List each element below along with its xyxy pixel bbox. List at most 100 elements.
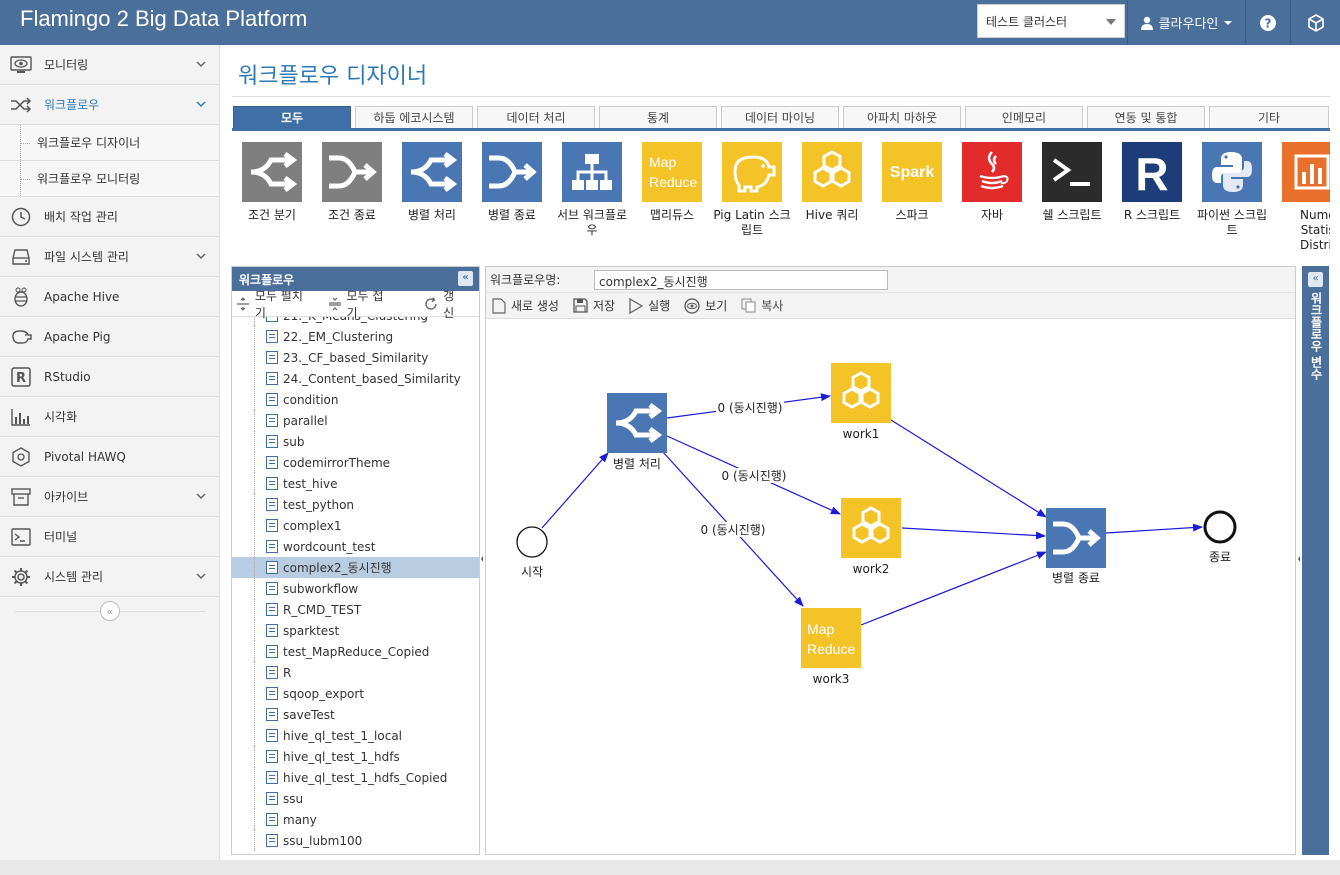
edge-work1-parallelend[interactable]	[890, 419, 1047, 518]
cluster-select[interactable]: 테스트 클러스터	[977, 4, 1125, 38]
palette-item-pig[interactable]: Pig Latin 스크립트	[712, 142, 792, 238]
node-work1[interactable]: work1	[831, 363, 891, 441]
tree-item[interactable]: R_CMD_TEST	[232, 599, 479, 620]
expand-all-button[interactable]: 모두 펼치기	[236, 287, 314, 321]
tree-guide-line	[254, 494, 255, 515]
edge-start-parallel[interactable]	[541, 452, 609, 529]
tree-item[interactable]: wordcount_test	[232, 536, 479, 557]
node-work2[interactable]: work2	[841, 498, 901, 576]
palette-item-parallel-end[interactable]: 병렬 종료	[472, 142, 552, 223]
tree-guide-line	[254, 515, 255, 536]
view-button[interactable]: 보기	[684, 297, 727, 314]
workflow-name-input[interactable]: complex2_동시진행	[594, 270, 888, 290]
palette-item-java[interactable]: 자바	[952, 142, 1032, 223]
workflow-file-icon	[266, 372, 278, 385]
collapse-all-button[interactable]: 모두 접기	[328, 287, 395, 321]
sidebar-item-archive[interactable]: 아카이브	[0, 477, 219, 517]
node-end[interactable]: 종료	[1203, 510, 1237, 564]
edge-work2-parallelend[interactable]	[901, 527, 1046, 540]
palette-item-spark[interactable]: Spark 스파크	[872, 142, 952, 223]
help-button[interactable]: ?	[1245, 0, 1290, 45]
tab-mahout[interactable]: 아파치 마하웃	[843, 106, 961, 130]
tab-etc[interactable]: 기타	[1209, 106, 1329, 130]
tree-item[interactable]: sub	[232, 431, 479, 452]
sidebar-item-workflow[interactable]: 워크플로우	[0, 85, 219, 125]
tab-data-mining[interactable]: 데이터 마이닝	[721, 106, 839, 130]
sidebar-subitem-workflow-designer[interactable]: 워크플로우 디자이너	[0, 125, 219, 161]
tree-item[interactable]: many	[232, 809, 479, 830]
tab-integration[interactable]: 연동 및 통합	[1087, 106, 1205, 130]
tab-data-processing[interactable]: 데이터 처리	[477, 106, 595, 130]
splitter-handle[interactable]	[1297, 552, 1301, 566]
tree-item[interactable]: hive_ql_test_1_local	[232, 725, 479, 746]
run-button[interactable]: 실행	[629, 297, 670, 314]
tab-in-memory[interactable]: 인메모리	[965, 106, 1083, 130]
node-parallel[interactable]: 병렬 처리	[607, 393, 667, 471]
tree-item[interactable]: 21._K_Means_Clustering	[232, 317, 479, 326]
tree-item[interactable]: ssu	[232, 788, 479, 809]
tab-all[interactable]: 모두	[233, 106, 351, 130]
package-button[interactable]	[1290, 0, 1340, 45]
variables-rail[interactable]: « 워크플로우 변수	[1302, 266, 1329, 855]
tree-item[interactable]: 24._Content_based_Similarity	[232, 368, 479, 389]
workflow-canvas[interactable]: 0 (동시진행) 0 (동시진행) 0 (동시진행) 시작 병렬 처리 work…	[486, 319, 1295, 854]
copy-button[interactable]: 복사	[741, 297, 783, 314]
sidebar-item-system[interactable]: 시스템 관리	[0, 557, 219, 597]
new-button[interactable]: 새로 생성	[492, 297, 559, 314]
tree-item[interactable]: codemirrorTheme	[232, 452, 479, 473]
tree-item[interactable]: test_MapReduce_Copied	[232, 641, 479, 662]
palette-item-sub-workflow[interactable]: 서브 워크플로우	[552, 142, 632, 238]
edge-parallelend-end[interactable]	[1105, 523, 1203, 534]
panel-collapse-button[interactable]: «	[458, 271, 473, 286]
refresh-button[interactable]: 갱신	[424, 287, 465, 321]
sidebar-item-filesystem[interactable]: 파일 시스템 관리	[0, 237, 219, 277]
sidebar-item-visualization[interactable]: 시각화	[0, 397, 219, 437]
user-menu[interactable]: 클라우다인	[1127, 0, 1245, 45]
sidebar-item-hawq[interactable]: Pivotal HAWQ	[0, 437, 219, 477]
sidebar-item-rstudio[interactable]: R RStudio	[0, 357, 219, 397]
palette-item-hive[interactable]: Hive 쿼리	[792, 142, 872, 223]
node-work3[interactable]: Map Reduce work3	[801, 608, 861, 686]
palette-item-parallel[interactable]: 병렬 처리	[392, 142, 472, 223]
tree-item[interactable]: test_python	[232, 494, 479, 515]
node-start[interactable]: 시작	[516, 526, 548, 579]
rail-expand-button[interactable]: «	[1308, 272, 1323, 287]
tree-item[interactable]: sparktest	[232, 620, 479, 641]
tree-item[interactable]: complex1	[232, 515, 479, 536]
palette-item-shell[interactable]: 쉘 스크립트	[1032, 142, 1112, 223]
tree-item[interactable]: 22._EM_Clustering	[232, 326, 479, 347]
sidebar-item-monitoring[interactable]: 모니터링	[0, 45, 219, 85]
splitter-handle[interactable]	[480, 552, 484, 566]
palette-item-numeric-statistic[interactable]: Numeric Statistic Distributi	[1272, 142, 1330, 253]
palette-item-r[interactable]: R R 스크립트	[1112, 142, 1192, 223]
sidebar-item-pig[interactable]: Apache Pig	[0, 317, 219, 357]
workflow-file-icon	[266, 792, 278, 805]
tree-item[interactable]: complex2_동시진행	[232, 557, 479, 578]
tab-statistics[interactable]: 통계	[599, 106, 717, 130]
workflow-file-icon	[266, 813, 278, 826]
sidebar-collapse-button[interactable]: «	[100, 601, 120, 621]
tree-item[interactable]: 23._CF_based_Similarity	[232, 347, 479, 368]
palette-item-condition-end[interactable]: 조건 종료	[312, 142, 392, 223]
tree-item[interactable]: hive_ql_test_1_hdfs_Copied	[232, 767, 479, 788]
sidebar-subitem-workflow-monitoring[interactable]: 워크플로우 모니터링	[0, 161, 219, 197]
sidebar-item-batch[interactable]: 배치 작업 관리	[0, 197, 219, 237]
tree-item[interactable]: saveTest	[232, 704, 479, 725]
palette-item-condition-branch[interactable]: 조건 분기	[232, 142, 312, 223]
tree-item[interactable]: sqoop_export	[232, 683, 479, 704]
tree-item[interactable]: R	[232, 662, 479, 683]
svg-text:?: ?	[1265, 16, 1272, 30]
palette-item-python[interactable]: 파이썬 스크립트	[1192, 142, 1272, 238]
tree-item[interactable]: condition	[232, 389, 479, 410]
palette-item-mapreduce[interactable]: Map Reduce 맵리듀스	[632, 142, 712, 223]
save-button[interactable]: 저장	[573, 297, 615, 314]
tree-item[interactable]: test_hive	[232, 473, 479, 494]
tree-item[interactable]: parallel	[232, 410, 479, 431]
sidebar-item-hive[interactable]: Apache Hive	[0, 277, 219, 317]
tab-hadoop-ecosystem[interactable]: 하둡 에코시스템	[355, 106, 473, 130]
sidebar-item-terminal[interactable]: 터미널	[0, 517, 219, 557]
tree-item[interactable]: subworkflow	[232, 578, 479, 599]
tree-item[interactable]: hive_ql_test_1_hdfs	[232, 746, 479, 767]
node-parallel-end[interactable]: 병렬 종료	[1046, 508, 1106, 585]
tree-item[interactable]: ssu_lubm100	[232, 830, 479, 851]
